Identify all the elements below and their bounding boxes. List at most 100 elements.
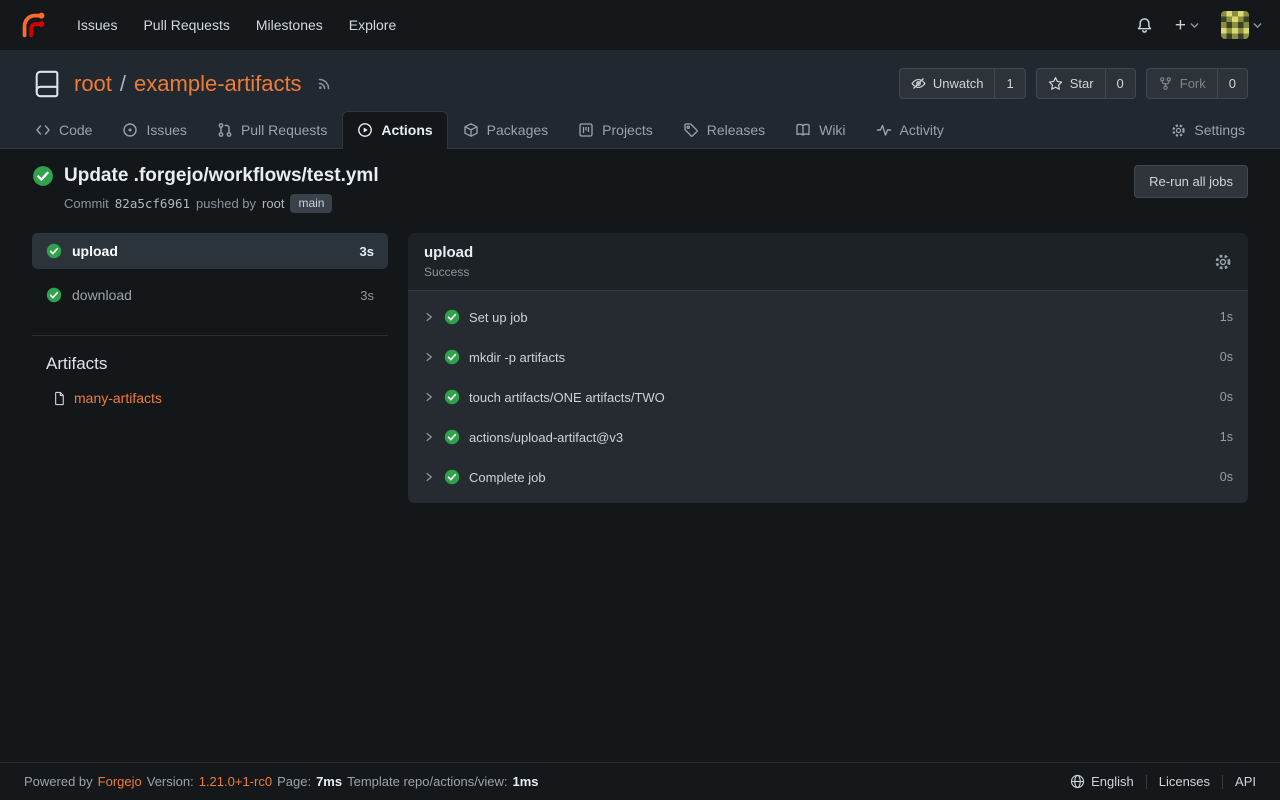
job-detail-title-block: upload Success: [424, 244, 473, 279]
unwatch-label-wrap: Unwatch: [900, 69, 995, 98]
footer-divider: [1222, 775, 1223, 789]
nav-item-explore[interactable]: Explore: [336, 9, 409, 41]
forgejo-logo[interactable]: [18, 10, 48, 40]
pusher-link[interactable]: root: [262, 196, 284, 211]
step-row-setup-job[interactable]: Set up job 1s: [408, 297, 1248, 337]
nav-item-issues[interactable]: Issues: [64, 9, 130, 41]
job-item-upload[interactable]: upload 3s: [32, 233, 388, 269]
footer-left: Powered by Forgejo Version: 1.21.0+1-rc0…: [24, 774, 539, 789]
api-link[interactable]: API: [1235, 774, 1256, 789]
tab-issues[interactable]: Issues: [107, 111, 201, 149]
tab-code-label: Code: [59, 122, 92, 138]
fork-count[interactable]: 0: [1217, 69, 1247, 98]
tab-wiki[interactable]: Wiki: [780, 111, 860, 149]
run-title-block: Update .forgejo/workflows/test.yml Commi…: [32, 165, 379, 213]
step-row-upload-artifact[interactable]: actions/upload-artifact@v3 1s: [408, 417, 1248, 457]
navbar-right: +: [1136, 11, 1262, 39]
version-link[interactable]: 1.21.0+1-rc0: [199, 774, 272, 789]
tab-packages[interactable]: Packages: [448, 111, 563, 149]
breadcrumb-separator: /: [120, 71, 126, 97]
tab-releases[interactable]: Releases: [668, 111, 780, 149]
tab-activity[interactable]: Activity: [861, 111, 959, 149]
notifications-button[interactable]: [1136, 17, 1153, 34]
chevron-down-icon: [1190, 22, 1199, 29]
repo-owner-link[interactable]: root: [74, 71, 112, 97]
tab-wiki-label: Wiki: [819, 122, 845, 138]
language-selector[interactable]: English: [1070, 774, 1134, 789]
star-label-wrap: Star: [1037, 69, 1105, 98]
job-detail-status: Success: [424, 265, 473, 279]
tab-projects[interactable]: Projects: [563, 111, 668, 149]
step-success-icon: [444, 469, 460, 485]
tab-settings[interactable]: Settings: [1156, 111, 1260, 149]
tag-icon: [683, 122, 699, 138]
template-time: 1ms: [513, 774, 539, 789]
book-icon: [795, 122, 811, 138]
tab-actions-label: Actions: [381, 122, 432, 138]
sidebar-divider: [32, 335, 388, 336]
licenses-link[interactable]: Licenses: [1159, 774, 1210, 789]
tab-settings-label: Settings: [1194, 122, 1245, 138]
watch-count[interactable]: 1: [994, 69, 1024, 98]
unwatch-button[interactable]: Unwatch 1: [899, 68, 1026, 99]
star-button[interactable]: Star 0: [1036, 68, 1136, 99]
tab-pull-requests[interactable]: Pull Requests: [202, 111, 342, 149]
nav-item-pull-requests[interactable]: Pull Requests: [130, 9, 242, 41]
chevron-right-icon: [423, 431, 435, 443]
job-options-button[interactable]: [1214, 253, 1232, 271]
step-name: Complete job: [469, 470, 546, 485]
run-body: upload 3s download 3s Artifacts many-art…: [32, 233, 1248, 503]
rss-feed-button[interactable]: [316, 76, 332, 92]
pull-request-icon: [217, 122, 233, 138]
step-row-touch[interactable]: touch artifacts/ONE artifacts/TWO 0s: [408, 377, 1248, 417]
gear-icon: [1171, 123, 1186, 138]
step-duration: 0s: [1220, 350, 1233, 364]
tab-actions[interactable]: Actions: [342, 111, 447, 149]
gear-icon: [1214, 253, 1232, 271]
step-row-complete-job[interactable]: Complete job 0s: [408, 457, 1248, 497]
job-duration: 3s: [360, 244, 374, 259]
chevron-down-icon: [1253, 22, 1262, 29]
job-duration: 3s: [360, 288, 374, 303]
forgejo-link[interactable]: Forgejo: [98, 774, 142, 789]
nav-item-milestones[interactable]: Milestones: [243, 9, 336, 41]
file-icon: [52, 391, 67, 406]
tab-code[interactable]: Code: [20, 111, 107, 149]
footer: Powered by Forgejo Version: 1.21.0+1-rc0…: [0, 762, 1280, 800]
code-icon: [35, 122, 51, 138]
repo-tabs: Code Issues Pull Requests Actions Packag…: [0, 111, 1280, 148]
success-check-icon: [32, 165, 54, 187]
job-name: download: [72, 287, 350, 303]
footer-right: English Licenses API: [1070, 774, 1256, 789]
repo-action-buttons: Unwatch 1 Star 0: [899, 68, 1248, 99]
star-count[interactable]: 0: [1105, 69, 1135, 98]
rerun-all-jobs-button[interactable]: Re-run all jobs: [1134, 165, 1248, 198]
forgejo-logo-icon: [18, 10, 48, 40]
artifact-download-link[interactable]: many-artifacts: [74, 390, 162, 406]
step-name: touch artifacts/ONE artifacts/TWO: [469, 390, 665, 405]
job-item-download[interactable]: download 3s: [32, 277, 388, 313]
actions-run-view: Update .forgejo/workflows/test.yml Commi…: [0, 149, 1280, 762]
template-label: Template repo/actions/view:: [347, 774, 507, 789]
step-success-icon: [444, 309, 460, 325]
rss-icon: [316, 76, 332, 92]
language-label: English: [1091, 774, 1134, 789]
run-header: Update .forgejo/workflows/test.yml Commi…: [32, 165, 1248, 213]
fork-button[interactable]: Fork 0: [1146, 68, 1248, 99]
commit-line: Commit 82a5cf6961 pushed by root main: [64, 194, 379, 213]
powered-by-text: Powered by: [24, 774, 93, 789]
fork-label-wrap: Fork: [1147, 69, 1217, 98]
user-menu-dropdown[interactable]: [1221, 11, 1262, 39]
repo-header: root / example-artifacts Unwatch: [0, 50, 1280, 149]
branch-badge[interactable]: main: [290, 194, 332, 213]
commit-sha-link[interactable]: 82a5cf6961: [115, 196, 190, 211]
step-name: Set up job: [469, 310, 528, 325]
project-board-icon: [578, 122, 594, 138]
repo-name-link[interactable]: example-artifacts: [134, 71, 302, 97]
step-success-icon: [444, 349, 460, 365]
plus-icon: +: [1175, 16, 1186, 35]
page-label: Page:: [277, 774, 311, 789]
tab-pull-requests-label: Pull Requests: [241, 122, 327, 138]
step-row-mkdir[interactable]: mkdir -p artifacts 0s: [408, 337, 1248, 377]
create-new-dropdown[interactable]: +: [1175, 16, 1199, 35]
